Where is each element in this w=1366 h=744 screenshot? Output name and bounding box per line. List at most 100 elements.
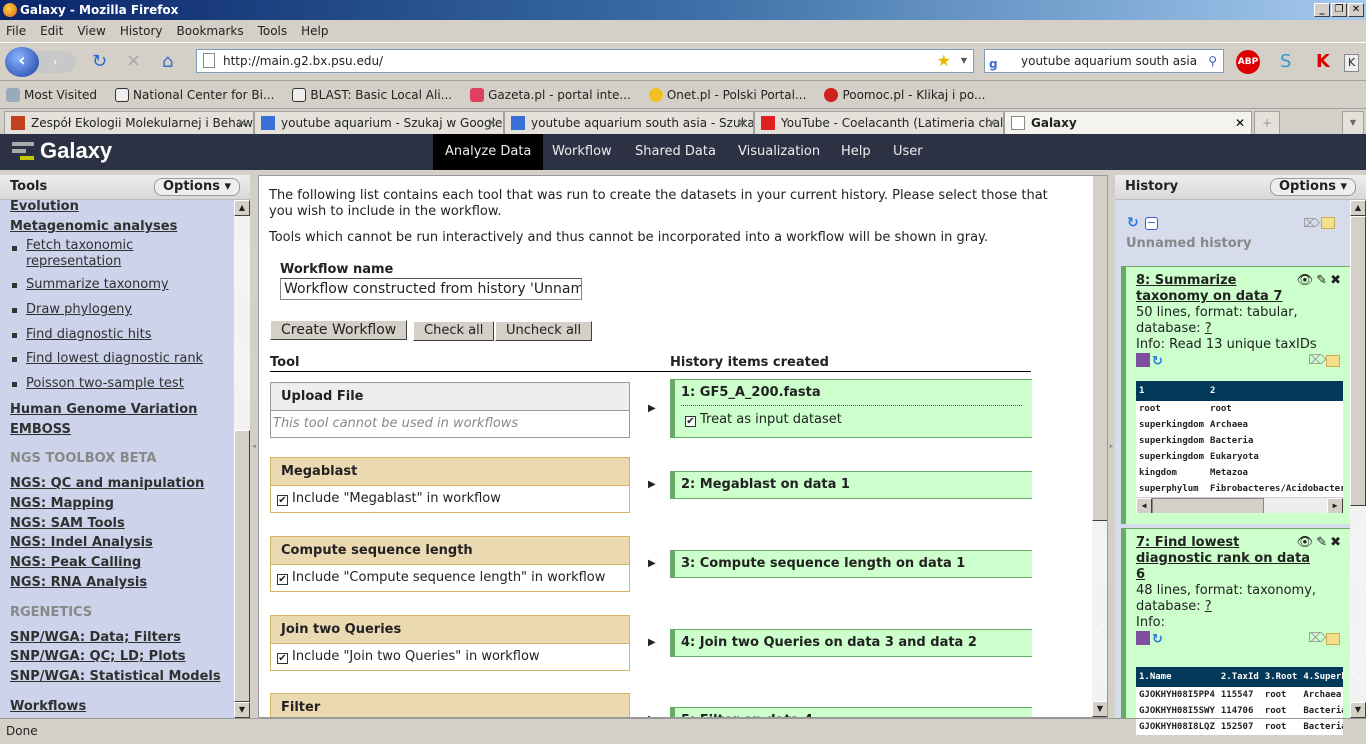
- uncheck-all-button[interactable]: Uncheck all: [495, 321, 593, 341]
- bookmark-most-visited[interactable]: Most Visited: [6, 88, 97, 102]
- new-tab-button[interactable]: +: [1254, 111, 1280, 135]
- save-icon[interactable]: [1136, 631, 1150, 645]
- nav-visualization[interactable]: Visualization: [726, 134, 832, 170]
- history-options-button[interactable]: Options ▾: [1269, 178, 1356, 196]
- bookmark-onet[interactable]: Onet.pl - Polski Portal...: [648, 88, 806, 102]
- menu-file[interactable]: File: [6, 24, 26, 38]
- history-name[interactable]: Unnamed history: [1126, 236, 1252, 251]
- menu-bookmarks[interactable]: Bookmarks: [177, 24, 244, 38]
- section-ngs-qc[interactable]: NGS: QC and manipulation: [10, 476, 204, 491]
- section-snp-qc[interactable]: SNP/WGA: QC; LD; Plots: [10, 649, 186, 664]
- dataset-title[interactable]: 7: Find lowest diagnostic rank on data 6: [1136, 535, 1316, 583]
- tab-google-1[interactable]: youtube aquarium - Szukaj w Google ✕: [254, 111, 504, 135]
- refresh-icon[interactable]: ↻: [1127, 215, 1139, 231]
- database-link[interactable]: ?: [1205, 599, 1212, 614]
- search-icon[interactable]: ⚲: [1208, 50, 1217, 72]
- nav-user[interactable]: User: [881, 134, 935, 170]
- create-workflow-button[interactable]: Create Workflow: [270, 320, 408, 340]
- center-scrollbar[interactable]: ▼: [1092, 176, 1107, 717]
- tab-google-2[interactable]: youtube aquarium south asia - Szukaj ...…: [504, 111, 754, 135]
- google-icon[interactable]: g: [989, 53, 998, 75]
- eye-icon[interactable]: 👁: [1297, 535, 1317, 550]
- tags-icon[interactable]: ⌦: [1308, 353, 1326, 369]
- tool-fetch-taxonomic[interactable]: Fetch taxonomic representation: [26, 238, 156, 270]
- scroll-thumb[interactable]: [1350, 216, 1366, 506]
- restore-button[interactable]: ❐: [1331, 3, 1347, 17]
- stop-icon[interactable]: ✕: [126, 51, 141, 73]
- database-link[interactable]: ?: [1205, 321, 1212, 336]
- nav-workflow[interactable]: Workflow: [540, 134, 624, 170]
- close-tab-icon[interactable]: ✕: [237, 112, 247, 134]
- treat-as-input-checkbox[interactable]: ✔ Treat as input dataset: [681, 405, 1022, 427]
- bookmark-star-icon[interactable]: ★: [937, 50, 951, 72]
- peek-hscrollbar[interactable]: ◀ ▶: [1136, 497, 1343, 513]
- include-megablast-checkbox[interactable]: ✔ Include "Megablast" in workflow: [271, 486, 629, 512]
- tool-find-diagnostic-hits[interactable]: Find diagnostic hits: [26, 327, 152, 343]
- check-all-button[interactable]: Check all: [413, 321, 495, 341]
- eye-icon[interactable]: 👁: [1297, 273, 1317, 288]
- home-icon[interactable]: ⌂: [162, 51, 173, 73]
- tab-zespol[interactable]: Zespół Ekologii Molekularnej i Behawior.…: [4, 111, 254, 135]
- scroll-down-button[interactable]: ▼: [1350, 702, 1366, 718]
- section-metagenomic[interactable]: Metagenomic analyses: [10, 219, 177, 234]
- rerun-icon[interactable]: ↻: [1152, 632, 1163, 647]
- kaspersky-icon[interactable]: K: [1316, 51, 1330, 73]
- nav-help[interactable]: Help: [829, 134, 883, 170]
- tool-draw-phylogeny[interactable]: Draw phylogeny: [26, 302, 132, 318]
- collapse-icon[interactable]: −: [1145, 217, 1158, 230]
- menu-edit[interactable]: Edit: [40, 24, 63, 38]
- galaxy-logo[interactable]: Galaxy: [40, 138, 112, 164]
- adblock-icon[interactable]: ABP: [1236, 50, 1260, 74]
- tab-list-button[interactable]: ▼: [1342, 111, 1364, 135]
- nav-analyze-data[interactable]: Analyze Data: [433, 134, 544, 170]
- scroll-down-button[interactable]: ▼: [234, 702, 250, 718]
- scroll-down-button[interactable]: ▼: [1092, 701, 1107, 717]
- history-scrollbar[interactable]: ▲ ▼: [1350, 200, 1366, 718]
- section-snp-models[interactable]: SNP/WGA: Statistical Models: [10, 669, 221, 684]
- tool-panel-scrollbar[interactable]: ▲ ▼: [234, 200, 250, 718]
- url-bar[interactable]: http://main.g2.bx.psu.edu/ ★ ▼: [196, 49, 974, 73]
- tool-summarize-taxonomy[interactable]: Summarize taxonomy: [26, 277, 169, 293]
- tags-icon[interactable]: ⌦: [1303, 216, 1320, 230]
- close-tab-icon[interactable]: ✕: [987, 112, 997, 134]
- skype-icon[interactable]: S: [1280, 51, 1291, 73]
- delete-icon[interactable]: ✖: [1330, 535, 1344, 550]
- include-compute-length-checkbox[interactable]: ✔ Include "Compute sequence length" in wo…: [271, 565, 629, 591]
- back-button[interactable]: ‹: [5, 47, 39, 77]
- scroll-thumb[interactable]: [1092, 176, 1107, 521]
- menu-view[interactable]: View: [77, 24, 105, 38]
- annotation-icon[interactable]: [1326, 355, 1340, 367]
- reload-icon[interactable]: ↻: [92, 51, 107, 73]
- save-icon[interactable]: [1136, 353, 1150, 367]
- section-snp-data[interactable]: SNP/WGA: Data; Filters: [10, 630, 181, 645]
- close-tab-icon[interactable]: ✕: [487, 112, 497, 134]
- tools-options-button[interactable]: Options ▾: [153, 178, 240, 196]
- close-tab-icon[interactable]: ✕: [1235, 112, 1245, 134]
- section-ngs-mapping[interactable]: NGS: Mapping: [10, 496, 114, 511]
- edit-icon[interactable]: ✎: [1316, 273, 1330, 288]
- section-human-genome-variation[interactable]: Human Genome Variation: [10, 402, 197, 417]
- search-bar[interactable]: g youtube aquarium south asia ⚲: [984, 49, 1224, 73]
- nav-shared-data[interactable]: Shared Data: [623, 134, 728, 170]
- tags-icon[interactable]: ⌦: [1308, 631, 1326, 647]
- section-ngs-peak[interactable]: NGS: Peak Calling: [10, 555, 141, 570]
- annotation-icon[interactable]: [1321, 217, 1335, 229]
- section-workflows[interactable]: Workflows: [10, 699, 86, 714]
- section-ngs-rna[interactable]: NGS: RNA Analysis: [10, 575, 147, 590]
- close-tab-icon[interactable]: ✕: [737, 112, 747, 134]
- dataset-title[interactable]: 8: Summarize taxonomy on data 7: [1136, 273, 1296, 305]
- extension-icon[interactable]: K: [1344, 54, 1360, 72]
- section-ngs-indel[interactable]: NGS: Indel Analysis: [10, 535, 153, 550]
- minimize-button[interactable]: _: [1314, 3, 1330, 17]
- delete-icon[interactable]: ✖: [1330, 273, 1344, 288]
- rerun-icon[interactable]: ↻: [1152, 354, 1163, 369]
- workflow-name-input[interactable]: Workflow constructed from history 'Unnam…: [280, 278, 582, 300]
- scroll-up-button[interactable]: ▲: [234, 200, 250, 216]
- annotation-icon[interactable]: [1326, 633, 1340, 645]
- bookmark-poomoc[interactable]: Poomoc.pl - Klikaj i po...: [824, 88, 985, 102]
- bookmark-gazeta[interactable]: Gazeta.pl - portal inte...: [470, 88, 631, 102]
- menu-help[interactable]: Help: [301, 24, 328, 38]
- tab-galaxy[interactable]: Galaxy ✕: [1004, 111, 1252, 136]
- tool-poisson-test[interactable]: Poisson two-sample test: [26, 376, 184, 392]
- search-input[interactable]: youtube aquarium south asia: [1021, 54, 1197, 68]
